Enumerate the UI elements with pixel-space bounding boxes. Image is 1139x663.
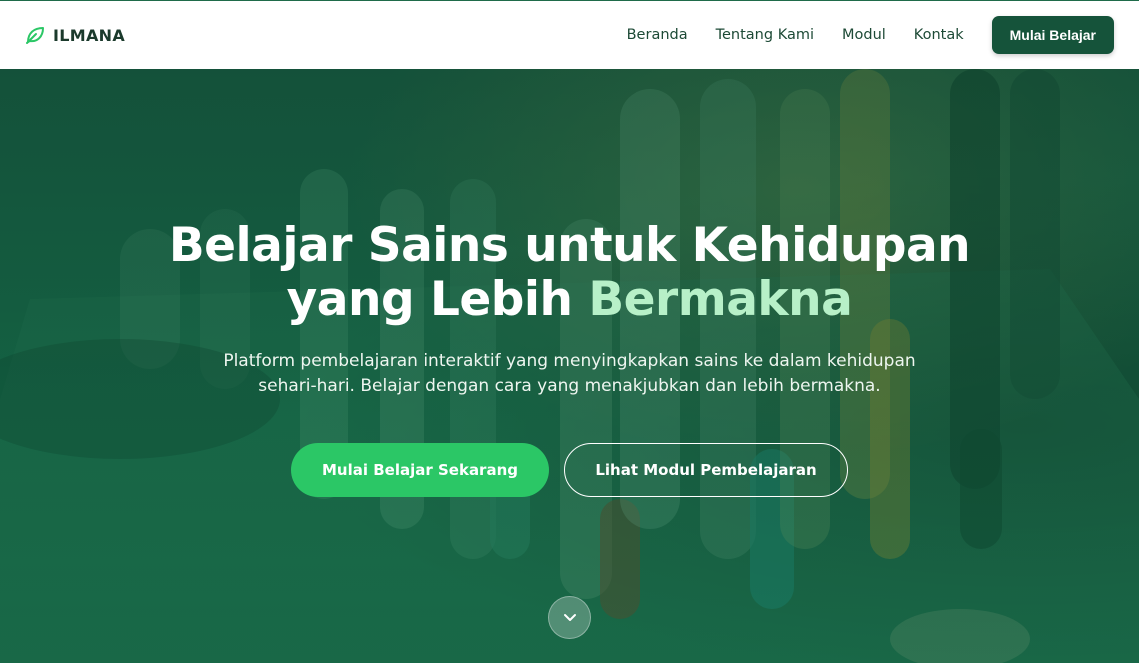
- hero-subtitle-line1: Platform pembelajaran interaktif yang me…: [223, 351, 916, 371]
- nav-link-beranda[interactable]: Beranda: [627, 27, 688, 43]
- nav-link-modul[interactable]: Modul: [842, 27, 886, 43]
- brand-name: ILMANA: [53, 25, 126, 45]
- hero-subtitle-line2: sehari-hari. Belajar dengan cara yang me…: [258, 376, 881, 396]
- view-modules-button[interactable]: Lihat Modul Pembelajaran: [564, 443, 848, 497]
- hero-subtitle: Platform pembelajaran interaktif yang me…: [190, 349, 950, 399]
- brand[interactable]: ILMANA: [25, 25, 125, 45]
- nav-link-kontak[interactable]: Kontak: [914, 27, 964, 43]
- start-learning-now-button[interactable]: Mulai Belajar Sekarang: [291, 443, 549, 497]
- nav-link-tentang-kami[interactable]: Tentang Kami: [716, 27, 814, 43]
- scroll-down-button[interactable]: [548, 596, 591, 639]
- hero-content: Belajar Sains untuk Kehidupan yang Lebih…: [0, 219, 1139, 497]
- hero-title: Belajar Sains untuk Kehidupan yang Lebih…: [0, 219, 1139, 327]
- leaf-icon: [25, 25, 45, 45]
- hero-title-line2: yang Lebih: [286, 272, 589, 327]
- nav-links: Beranda Tentang Kami Modul Kontak: [627, 27, 964, 43]
- hero-section: Belajar Sains untuk Kehidupan yang Lebih…: [0, 69, 1139, 663]
- hero-title-accent: Bermakna: [588, 272, 853, 327]
- nav-right: Beranda Tentang Kami Modul Kontak Mulai …: [627, 16, 1114, 54]
- chevron-down-icon: [563, 608, 577, 627]
- navbar: ILMANA Beranda Tentang Kami Modul Kontak…: [0, 0, 1139, 69]
- start-learning-nav-button[interactable]: Mulai Belajar: [991, 16, 1114, 54]
- hero-title-line1: Belajar Sains untuk Kehidupan: [168, 218, 971, 273]
- hero-buttons: Mulai Belajar Sekarang Lihat Modul Pembe…: [0, 443, 1139, 497]
